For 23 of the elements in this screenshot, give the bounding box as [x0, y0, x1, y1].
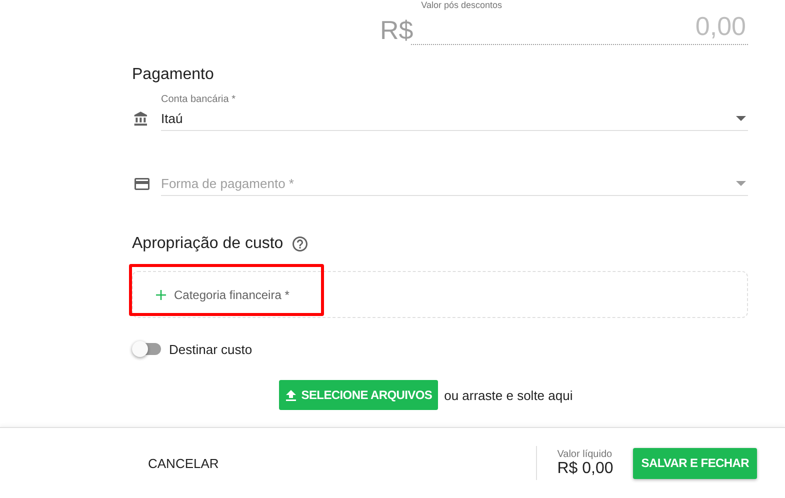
bank-icon	[133, 111, 149, 127]
select-field[interactable]: Itaú	[161, 106, 748, 131]
currency-symbol: R$	[380, 15, 411, 45]
dropdown-caret-icon	[736, 116, 746, 120]
section-title: Pagamento	[132, 65, 215, 85]
add-category-link[interactable]: Categoria financeira *	[174, 288, 290, 302]
help-icon[interactable]	[291, 235, 310, 253]
field-placeholder: Forma de pagamento *	[161, 176, 294, 190]
plus-icon	[156, 290, 166, 300]
total-value: R$ 0,00	[557, 460, 614, 478]
field-label: Conta bancária *	[161, 93, 236, 106]
toggle-switch[interactable]	[132, 340, 161, 358]
upload-hint: ou arraste e solte aqui	[444, 388, 573, 402]
drop-zone[interactable]: Categoria financeira *	[132, 271, 748, 318]
field-value: Itaú	[161, 110, 183, 126]
credit-card-icon	[133, 175, 151, 193]
toggle-label: Destinar custo	[169, 342, 252, 356]
field-label: Valor pós descontos	[421, 0, 502, 11]
section-title: Apropriação de custo	[132, 234, 284, 254]
total-label: Valor líquido	[557, 448, 614, 460]
cancel-button[interactable]: CANCELAR	[140, 450, 227, 476]
dropdown-caret-icon	[736, 180, 746, 186]
upload-icon	[286, 390, 296, 400]
